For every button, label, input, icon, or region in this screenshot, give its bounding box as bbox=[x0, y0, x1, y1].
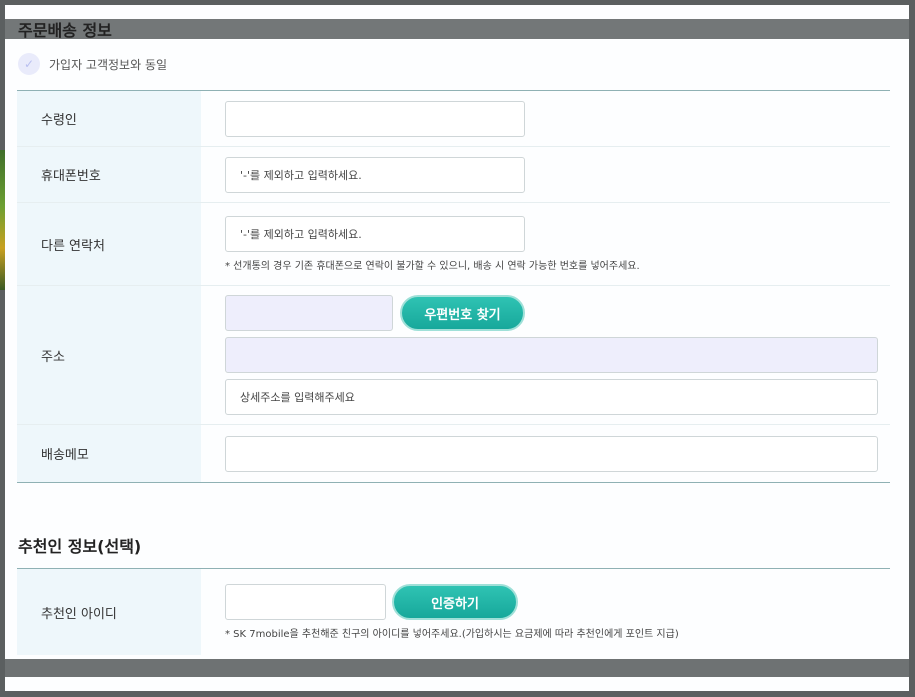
verify-button[interactable]: 인증하기 bbox=[392, 584, 518, 620]
referrer-form: 추천인 아이디 인증하기 * SK 7mobile을 추천해준 친구의 아이디를… bbox=[17, 568, 890, 655]
memo-input[interactable] bbox=[225, 435, 878, 472]
detail-address-input[interactable]: 상세주소를 입력해주세요 bbox=[225, 379, 878, 415]
order-section-title: 주문배송 정보 bbox=[18, 21, 112, 40]
road-address-input[interactable] bbox=[225, 337, 878, 373]
referrer-id-label: 추천인 아이디 bbox=[17, 569, 201, 655]
recipient-row: 수령인 bbox=[17, 91, 890, 147]
recipient-input[interactable] bbox=[225, 100, 525, 137]
address-row: 주소 우편번호 찾기 상세주소를 입력해주세요 bbox=[17, 286, 890, 425]
memo-row: 배송메모 bbox=[17, 425, 890, 482]
recipient-label: 수령인 bbox=[17, 91, 201, 146]
other-contact-input[interactable]: '-'를 제외하고 입력하세요. bbox=[225, 216, 525, 252]
referrer-section-title: 추천인 정보(선택) bbox=[18, 537, 142, 556]
referrer-row: 추천인 아이디 인증하기 * SK 7mobile을 추천해준 친구의 아이디를… bbox=[17, 569, 890, 655]
order-modal: 주문배송 정보 ✓ 가입자 고객정보와 동일 수령인 휴대폰번호 '-'를 제외… bbox=[5, 5, 909, 691]
referrer-hint: * SK 7mobile을 추천해준 친구의 아이디를 넣어주세요.(가입하시는… bbox=[225, 629, 679, 640]
same-as-member-label: 가입자 고객정보와 동일 bbox=[49, 57, 168, 72]
check-icon: ✓ bbox=[18, 53, 40, 75]
bottom-scroll-overlay bbox=[5, 659, 909, 677]
mobile-input[interactable]: '-'를 제외하고 입력하세요. bbox=[225, 156, 525, 193]
memo-label: 배송메모 bbox=[17, 425, 201, 482]
address-label: 주소 bbox=[17, 286, 201, 424]
other-contact-label: 다른 연락처 bbox=[17, 203, 201, 285]
other-contact-hint: * 선개통의 경우 기존 휴대폰으로 연락이 불가할 수 있으니, 배송 시 연… bbox=[225, 261, 640, 272]
same-as-member-checkbox[interactable]: ✓ 가입자 고객정보와 동일 bbox=[18, 53, 167, 75]
mobile-row: 휴대폰번호 '-'를 제외하고 입력하세요. bbox=[17, 147, 890, 203]
mobile-label: 휴대폰번호 bbox=[17, 147, 201, 202]
other-contact-row: 다른 연락처 '-'를 제외하고 입력하세요. * 선개통의 경우 기존 휴대폰… bbox=[17, 203, 890, 286]
order-form: 수령인 휴대폰번호 '-'를 제외하고 입력하세요. 다른 연락처 '-'를 제… bbox=[17, 90, 890, 483]
referrer-id-input[interactable] bbox=[225, 584, 386, 620]
top-scroll-overlay bbox=[5, 19, 909, 39]
zip-code-input[interactable] bbox=[225, 295, 393, 331]
find-zip-button[interactable]: 우편번호 찾기 bbox=[400, 295, 525, 331]
